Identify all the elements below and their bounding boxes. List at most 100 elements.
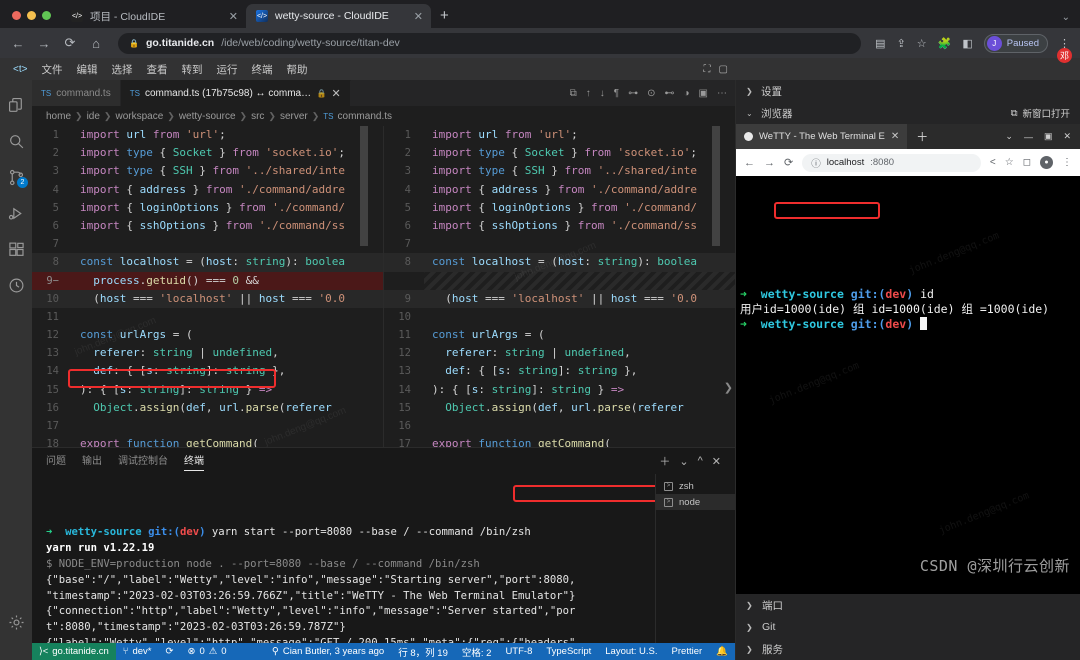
code-line[interactable]: 10 (host === 'localhost' || host === '0.… bbox=[32, 290, 383, 308]
activity-item-timeline[interactable] bbox=[0, 267, 32, 303]
maximize-panel-icon[interactable]: ^ bbox=[698, 455, 703, 467]
home-icon[interactable]: ⌂ bbox=[88, 36, 104, 51]
code-line[interactable]: 4import { address } from './command/addr… bbox=[384, 181, 735, 199]
status-sync[interactable]: ⟳ bbox=[159, 646, 181, 657]
status-problems[interactable]: ⊗ 0 ⚠ 0 bbox=[180, 646, 233, 657]
activity-item-run-debug[interactable] bbox=[0, 195, 32, 231]
fullscreen-icon[interactable]: ⛶ bbox=[704, 64, 711, 75]
forward-icon[interactable]: → bbox=[764, 157, 775, 169]
profile-avatar-icon[interactable]: ● bbox=[1040, 156, 1053, 169]
menu-item-run[interactable]: 运行 bbox=[209, 62, 244, 77]
code-line[interactable]: 13 referer: string | undefined, bbox=[32, 344, 383, 362]
close-icon[interactable]: ✕ bbox=[229, 10, 238, 23]
new-tab-button[interactable]: + bbox=[431, 7, 458, 28]
browser-menu-icon[interactable]: ⋮ bbox=[1062, 157, 1072, 168]
bookmark-star-icon[interactable]: ☆ bbox=[1005, 157, 1014, 168]
reading-list-icon[interactable]: ▤ bbox=[875, 37, 885, 50]
chevron-right-icon[interactable]: ❯ bbox=[746, 87, 755, 96]
extensions-puzzle-icon[interactable]: 🧩 bbox=[938, 37, 952, 50]
diff-pane-original[interactable]: 1import url from 'url';2import type { So… bbox=[32, 126, 384, 447]
close-window-button[interactable] bbox=[12, 11, 21, 20]
close-icon[interactable]: ✕ bbox=[331, 87, 340, 100]
code-line[interactable]: 7 bbox=[384, 235, 735, 253]
preview-new-tab-button[interactable]: ＋ bbox=[907, 124, 937, 149]
code-line[interactable]: 17 bbox=[32, 417, 383, 435]
chevron-right-icon[interactable]: ❯ bbox=[746, 601, 755, 610]
sidebar-section-settings[interactable]: ❯ 设置 bbox=[736, 80, 1080, 102]
status-formatter[interactable]: Prettier bbox=[665, 646, 710, 657]
activity-item-explorer[interactable] bbox=[0, 87, 32, 123]
activity-item-search[interactable] bbox=[0, 123, 32, 159]
code-line[interactable]: 3import type { SSH } from '../shared/int… bbox=[384, 162, 735, 180]
back-icon[interactable]: ← bbox=[10, 36, 26, 51]
code-line[interactable]: 6import { sshOptions } from './command/s… bbox=[384, 217, 735, 235]
status-indent[interactable]: 空格: 2 bbox=[455, 645, 499, 659]
scrollbar-thumb[interactable] bbox=[360, 126, 368, 246]
code-line[interactable]: 11const urlArgs = ( bbox=[384, 326, 735, 344]
toggle-panel-icon[interactable]: ▢ bbox=[719, 64, 728, 75]
restore-icon[interactable]: ▣ bbox=[1044, 131, 1053, 142]
menu-item-select[interactable]: 选择 bbox=[104, 62, 139, 77]
half-circle-icon[interactable]: ◑ bbox=[684, 88, 690, 99]
minimize-window-button[interactable] bbox=[27, 11, 36, 20]
code-line[interactable]: 8const localhost = (host: string): boole… bbox=[384, 253, 735, 271]
terminal-tab-zsh[interactable]: > zsh bbox=[656, 478, 735, 494]
code-line[interactable]: 9− process.getuid() === 0 && bbox=[32, 272, 383, 290]
code-line[interactable]: 15 Object.assign(def, url.parse(referer bbox=[384, 399, 735, 417]
code-line[interactable]: 9 (host === 'localhost' || host === '0.0 bbox=[384, 290, 735, 308]
diff-pane-modified[interactable]: 1import url from 'url';2import type { So… bbox=[384, 126, 735, 447]
menu-item-edit[interactable]: 编辑 bbox=[69, 62, 104, 77]
code-line[interactable]: 12 referer: string | undefined, bbox=[384, 344, 735, 362]
split-editor-icon[interactable]: ▣ bbox=[699, 88, 708, 99]
menu-item-goto[interactable]: 转到 bbox=[174, 62, 209, 77]
code-line[interactable]: 13 def: { [s: string]: string }, bbox=[384, 362, 735, 380]
panel-tab-terminal[interactable]: 终端 bbox=[184, 452, 204, 470]
terminal-output[interactable]: ➜ wetty-source git:(dev) yarn start --po… bbox=[32, 474, 655, 643]
back-icon[interactable]: ← bbox=[744, 157, 755, 169]
menu-item-help[interactable]: 帮助 bbox=[279, 62, 314, 77]
sidebar-section-git[interactable]: ❯ Git bbox=[736, 616, 1080, 638]
code-line[interactable]: 15): { [s: string]: string } => bbox=[32, 381, 383, 399]
code-line[interactable]: 1import url from 'url'; bbox=[32, 126, 383, 144]
close-panel-icon[interactable]: ✕ bbox=[712, 455, 721, 468]
breadcrumb-item[interactable]: workspace bbox=[115, 111, 163, 122]
wetty-terminal[interactable]: john.deng@qq.com john.deng@qq.com john.d… bbox=[736, 176, 1080, 594]
code-line[interactable]: 12const urlArgs = ( bbox=[32, 326, 383, 344]
panel-tab-output[interactable]: 输出 bbox=[82, 452, 102, 470]
toggle-inline-view-icon[interactable]: ⊶ bbox=[628, 88, 638, 99]
code-line[interactable]: 8const localhost = (host: string): boole… bbox=[32, 253, 383, 271]
status-blame[interactable]: ⚲ Cian Butler, 3 years ago bbox=[265, 646, 391, 657]
new-terminal-icon[interactable]: ＋ bbox=[659, 453, 670, 469]
status-branch[interactable]: ⑂ dev* bbox=[116, 646, 159, 657]
code-line[interactable]: 3import type { SSH } from '../shared/int… bbox=[32, 162, 383, 180]
editor-tab-command-ts-diff[interactable]: TS command.ts (17b75c98) ↔ command.ts (d… bbox=[121, 80, 351, 106]
preview-address-bar[interactable]: ⓘ localhost:8080 bbox=[802, 154, 981, 172]
breadcrumb-item[interactable]: server bbox=[280, 111, 308, 122]
maximize-window-button[interactable] bbox=[42, 11, 51, 20]
chevron-down-icon[interactable]: ⌄ bbox=[679, 455, 688, 468]
code-line[interactable]: 1import url from 'url'; bbox=[384, 126, 735, 144]
breadcrumb-item[interactable]: command.ts bbox=[338, 111, 392, 122]
preview-tab-wetty[interactable]: WeTTY - The Web Terminal E ✕ bbox=[736, 124, 907, 149]
copy-icon[interactable]: ⧉ bbox=[570, 88, 577, 99]
editor-tab-command-ts[interactable]: TS command.ts bbox=[32, 80, 121, 106]
chevron-down-icon[interactable]: ⌄ bbox=[1062, 12, 1070, 23]
code-line[interactable]: 18export function getCommand( bbox=[32, 435, 383, 447]
next-change-icon[interactable]: ↓ bbox=[600, 88, 605, 99]
terminal-tab-node[interactable]: > node bbox=[656, 494, 735, 510]
menu-item-terminal[interactable]: 终端 bbox=[244, 62, 279, 77]
code-line[interactable]: 5import { loginOptions } from './command… bbox=[32, 199, 383, 217]
lock-icon[interactable]: 🔒 bbox=[317, 89, 327, 98]
code-line[interactable]: 4import { address } from './command/addr… bbox=[32, 181, 383, 199]
code-line[interactable]: 10 bbox=[384, 308, 735, 326]
bookmark-star-icon[interactable]: ☆ bbox=[917, 37, 927, 50]
code-line[interactable]: 6import { sshOptions } from './command/s… bbox=[32, 217, 383, 235]
whitespace-icon[interactable]: ¶ bbox=[614, 88, 619, 99]
status-remote-indicator[interactable]: ⟩< go.titanide.cn bbox=[32, 643, 116, 660]
status-encoding[interactable]: UTF-8 bbox=[498, 646, 539, 657]
reload-icon[interactable]: ⟳ bbox=[62, 35, 78, 51]
window-traffic-lights[interactable] bbox=[8, 11, 61, 28]
chevron-right-icon[interactable]: ❯ bbox=[746, 623, 755, 632]
close-icon[interactable]: ✕ bbox=[1063, 131, 1071, 142]
editor-scrollbar-modified[interactable] bbox=[711, 126, 721, 447]
